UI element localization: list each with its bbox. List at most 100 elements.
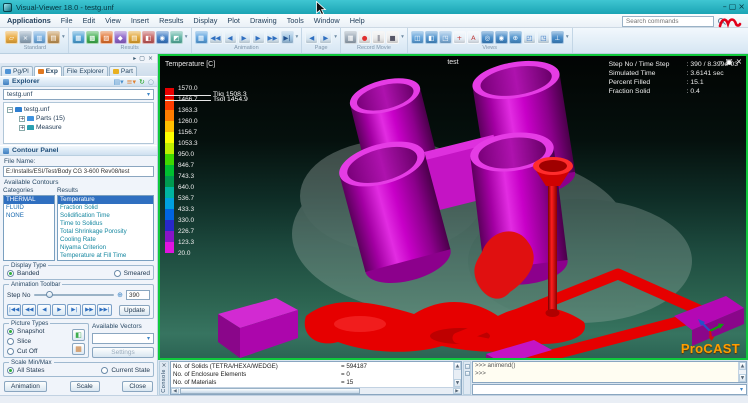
- shaded-view-icon[interactable]: ◧: [425, 31, 438, 44]
- menu-item[interactable]: Edit: [78, 16, 101, 25]
- explorer-toolbar-icon[interactable]: ○: [148, 78, 154, 86]
- panel-button[interactable]: Scale: [70, 381, 100, 392]
- wireframe-view-icon[interactable]: ◳: [439, 31, 452, 44]
- last-frame-icon[interactable]: ▶▶: [266, 31, 280, 44]
- explorer-toolbar-icon[interactable]: ≡▾: [127, 78, 136, 86]
- menu-item[interactable]: Window: [309, 16, 345, 25]
- scroll-up-icon[interactable]: ▲: [454, 362, 461, 370]
- fit-to-window-icon[interactable]: ◳: [537, 31, 550, 44]
- result-item[interactable]: Temperature at Fill Time: [58, 252, 153, 260]
- menu-item[interactable]: Results: [154, 16, 188, 25]
- anchor-view-icon[interactable]: ⊥: [551, 31, 564, 44]
- display-type-option[interactable]: Banded: [7, 270, 39, 277]
- vectors-combo[interactable]: ▾: [92, 333, 154, 344]
- previous-frame-icon[interactable]: ◀: [224, 31, 237, 44]
- shell-dock-button[interactable]: [465, 364, 470, 369]
- play-animation-icon[interactable]: ▶: [238, 31, 251, 44]
- menu-item[interactable]: Applications: [2, 16, 56, 25]
- menu-item[interactable]: Tools: [282, 16, 309, 25]
- file-name-field[interactable]: E:/Installs/ESI/Test/Body CG 3-600 Rev08…: [3, 166, 154, 177]
- menu-item[interactable]: Insert: [126, 16, 154, 25]
- dock-tab[interactable]: File Explorer: [63, 66, 108, 76]
- slice-tool-icon[interactable]: ◧: [72, 329, 85, 341]
- rotate-view-icon[interactable]: ◎: [481, 31, 494, 44]
- playback-button[interactable]: ◀: [37, 304, 51, 316]
- previous-page-icon[interactable]: ◀: [305, 31, 318, 44]
- view-window-icon[interactable]: ◫: [411, 31, 424, 44]
- close-icon[interactable]: ×: [161, 362, 166, 369]
- record-icon[interactable]: ●: [358, 31, 371, 44]
- movie-strip-icon[interactable]: ▦: [344, 31, 357, 44]
- dock-control[interactable]: ▢: [139, 55, 145, 63]
- results-model-icon[interactable]: ▦: [72, 31, 85, 44]
- next-page-icon[interactable]: ▶: [319, 31, 332, 44]
- cut-icon[interactable]: ×: [19, 31, 32, 44]
- open-model-icon[interactable]: ▱: [5, 31, 18, 44]
- toolbar-overflow-icon[interactable]: ▾: [566, 34, 569, 40]
- menu-item[interactable]: Help: [345, 16, 370, 25]
- vector-plot-icon[interactable]: ◆: [114, 31, 127, 44]
- result-item[interactable]: Total Shrinkage Porosity: [58, 228, 153, 236]
- explorer-toolbar-icon[interactable]: ↻: [139, 78, 145, 86]
- menu-item[interactable]: View: [100, 16, 126, 25]
- result-item[interactable]: Time to Solidus: [58, 220, 153, 228]
- dock-control[interactable]: ▸: [133, 55, 136, 63]
- tree-item[interactable]: − testg.unf: [5, 105, 152, 114]
- display-type-option[interactable]: Smeared: [114, 270, 150, 277]
- playback-button[interactable]: ▶|: [67, 304, 81, 316]
- axis-triad-icon[interactable]: +: [453, 31, 466, 44]
- window-control[interactable]: ×: [738, 2, 745, 11]
- legend-edit-icon[interactable]: ▤: [128, 31, 141, 44]
- scrollbar-thumb[interactable]: [180, 388, 360, 394]
- result-item[interactable]: Cooling Rate: [58, 236, 153, 244]
- dock-control[interactable]: ×: [148, 55, 153, 63]
- result-item[interactable]: Solidification Time: [58, 212, 153, 220]
- tree-expander-icon[interactable]: +: [19, 125, 25, 131]
- step-slider[interactable]: [34, 294, 115, 296]
- playback-button[interactable]: ▶▶: [82, 304, 96, 316]
- dock-tab[interactable]: Part: [109, 66, 137, 76]
- cut-section-icon[interactable]: ◧: [142, 31, 155, 44]
- animation-window-icon[interactable]: ▦: [195, 31, 208, 44]
- shell-scrollbar[interactable]: ▲ ▼: [738, 362, 746, 382]
- probe-value-icon[interactable]: ◉: [156, 31, 169, 44]
- results-settings-icon[interactable]: ◩: [170, 31, 183, 44]
- panel-button[interactable]: Animation: [4, 381, 47, 392]
- result-item[interactable]: Niyama Criterion: [58, 244, 153, 252]
- window-control[interactable]: ▢: [729, 2, 737, 11]
- playback-button[interactable]: ▶▶|: [97, 304, 111, 316]
- toolbar-overflow-icon[interactable]: ▾: [334, 34, 337, 40]
- step-increase-icon[interactable]: ⊕: [117, 291, 123, 299]
- search-commands-input[interactable]: [623, 18, 717, 25]
- menu-item[interactable]: Drawing: [245, 16, 282, 25]
- update-button[interactable]: Update: [119, 305, 150, 316]
- cutoff-tool-icon[interactable]: ▦: [72, 343, 85, 355]
- first-frame-icon[interactable]: ◀◀: [209, 31, 223, 44]
- result-item[interactable]: Temperature: [58, 196, 153, 204]
- picture-type-option[interactable]: Snapshot: [7, 328, 70, 335]
- category-item[interactable]: FLUID: [4, 204, 54, 212]
- chevron-down-icon[interactable]: ▾: [737, 386, 746, 393]
- scroll-right-icon[interactable]: ▶: [453, 388, 461, 394]
- menu-item[interactable]: Plot: [222, 16, 245, 25]
- playback-button[interactable]: ▶: [52, 304, 66, 316]
- pan-view-icon[interactable]: ⊕: [509, 31, 522, 44]
- window-control[interactable]: –: [723, 2, 727, 11]
- tree-item[interactable]: + Parts (15): [5, 114, 152, 123]
- shell-command-input[interactable]: [473, 386, 737, 393]
- 3d-viewport[interactable]: test –▣×: [158, 54, 748, 360]
- category-item[interactable]: NONE: [4, 212, 54, 220]
- tree-expander-icon[interactable]: −: [7, 107, 13, 113]
- scale-option[interactable]: All States: [7, 367, 44, 374]
- model-selector-combo[interactable]: testg.unf ▾: [3, 89, 154, 100]
- slider-thumb[interactable]: [46, 291, 53, 298]
- next-frame-icon[interactable]: ▶: [252, 31, 265, 44]
- panel-button[interactable]: Close: [122, 381, 153, 392]
- toolbar-overflow-icon[interactable]: ▾: [62, 34, 65, 40]
- step-value-input[interactable]: 390: [126, 290, 150, 300]
- save-animation-icon[interactable]: ▶|: [281, 31, 294, 44]
- console-horizontal-scrollbar[interactable]: ◀ ▶: [171, 387, 461, 394]
- scroll-down-icon[interactable]: ▼: [454, 379, 461, 387]
- menu-item[interactable]: Display: [188, 16, 222, 25]
- explorer-toolbar-icon[interactable]: ▤▾: [113, 78, 123, 86]
